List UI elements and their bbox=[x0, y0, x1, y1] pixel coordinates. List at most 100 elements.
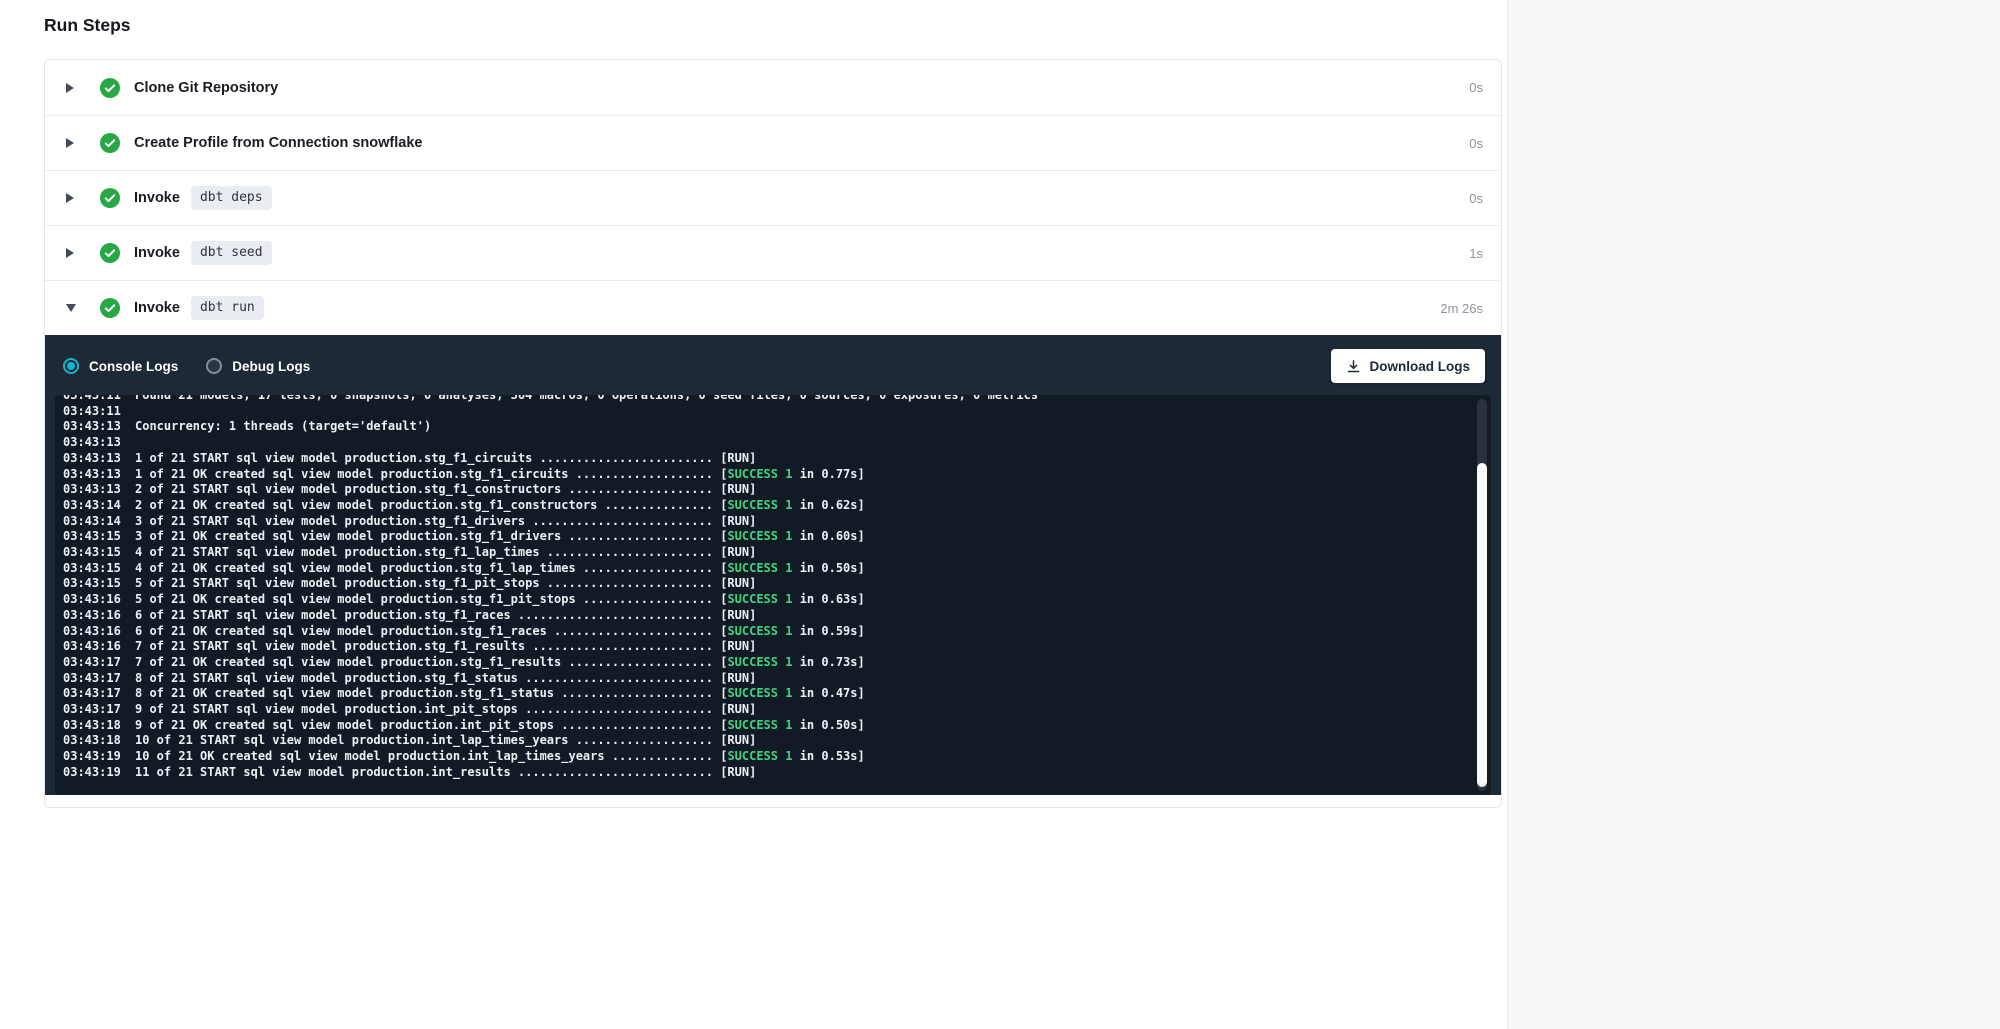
log-bracket: [RUN] bbox=[720, 576, 756, 590]
log-line: 03:43:19 11 of 21 START sql view model p… bbox=[63, 765, 1491, 781]
log-line: 03:43:13 bbox=[63, 435, 1491, 451]
log-line: 03:43:16 7 of 21 START sql view model pr… bbox=[63, 639, 1491, 655]
console-log-output: 03:43:11 Found 21 models, 17 tests, 0 sn… bbox=[63, 395, 1491, 781]
log-timestamp: 03:43:11 bbox=[63, 395, 123, 404]
log-timestamp: 03:43:16 bbox=[63, 639, 123, 655]
step-label: Invoke bbox=[134, 190, 180, 206]
log-timestamp: 03:43:15 bbox=[63, 529, 123, 545]
command-pill: dbt deps bbox=[191, 186, 272, 210]
log-bracket-end: in 0.59s] bbox=[792, 624, 864, 638]
log-text: 8 of 21 START sql view model production.… bbox=[135, 671, 720, 685]
log-timestamp: 03:43:18 bbox=[63, 718, 123, 734]
log-line: 03:43:14 2 of 21 OK created sql view mod… bbox=[63, 498, 1491, 514]
console-logs-radio[interactable]: Console Logs bbox=[63, 358, 178, 374]
radio-selected-icon[interactable] bbox=[63, 358, 79, 374]
download-icon bbox=[1346, 359, 1361, 374]
step-row-create-profile[interactable]: Create Profile from Connection snowflake… bbox=[45, 115, 1501, 170]
log-bracket: [RUN] bbox=[720, 733, 756, 747]
step-row-invoke-dbt-seed[interactable]: Invoke dbt seed 1s bbox=[45, 225, 1501, 280]
radio-unselected-icon[interactable] bbox=[206, 358, 222, 374]
chevron-right-icon[interactable] bbox=[65, 192, 87, 204]
success-check-icon bbox=[100, 298, 120, 318]
log-message: 9 of 21 START sql view model production.… bbox=[135, 702, 756, 718]
log-message: 3 of 21 START sql view model production.… bbox=[135, 514, 756, 530]
log-text: 10 of 21 START sql view model production… bbox=[135, 733, 720, 747]
log-message: Found 21 models, 17 tests, 0 snapshots, … bbox=[135, 395, 1038, 404]
log-bracket-end: in 0.77s] bbox=[792, 467, 864, 481]
chevron-down-icon[interactable] bbox=[65, 303, 87, 313]
step-row-invoke-dbt-deps[interactable]: Invoke dbt deps 0s bbox=[45, 170, 1501, 225]
log-line: 03:43:11 Found 21 models, 17 tests, 0 sn… bbox=[63, 395, 1491, 404]
log-line: 03:43:13 1 of 21 OK created sql view mod… bbox=[63, 467, 1491, 483]
step-duration: 0s bbox=[1469, 136, 1483, 151]
log-timestamp: 03:43:13 bbox=[63, 482, 123, 498]
log-text: Concurrency: 1 threads (target='default'… bbox=[135, 419, 431, 433]
log-success-text: SUCCESS 1 bbox=[727, 749, 792, 763]
console-header: Console Logs Debug Logs Download Logs bbox=[45, 335, 1501, 393]
log-line: 03:43:15 5 of 21 START sql view model pr… bbox=[63, 576, 1491, 592]
log-bracket: [RUN] bbox=[720, 639, 756, 653]
log-text: 4 of 21 START sql view model production.… bbox=[135, 545, 720, 559]
step-label: Invoke bbox=[134, 245, 180, 261]
console-scrollbar-thumb[interactable] bbox=[1477, 463, 1487, 787]
log-text: 7 of 21 START sql view model production.… bbox=[135, 639, 720, 653]
log-timestamp: 03:43:19 bbox=[63, 765, 123, 781]
download-logs-button[interactable]: Download Logs bbox=[1331, 349, 1486, 383]
log-timestamp: 03:43:14 bbox=[63, 498, 123, 514]
log-timestamp: 03:43:16 bbox=[63, 624, 123, 640]
log-message: 8 of 21 OK created sql view model produc… bbox=[135, 686, 865, 702]
log-message: 5 of 21 START sql view model production.… bbox=[135, 576, 756, 592]
step-row-clone-git-repository[interactable]: Clone Git Repository 0s bbox=[45, 60, 1501, 115]
chevron-right-icon[interactable] bbox=[65, 247, 87, 259]
log-text: 10 of 21 OK created sql view model produ… bbox=[135, 749, 720, 763]
console-panel: Console Logs Debug Logs Download Logs bbox=[45, 335, 1501, 795]
log-timestamp: 03:43:13 bbox=[63, 467, 123, 483]
log-line: 03:43:16 6 of 21 OK created sql view mod… bbox=[63, 624, 1491, 640]
log-text: 1 of 21 START sql view model production.… bbox=[135, 451, 720, 465]
log-message: 3 of 21 OK created sql view model produc… bbox=[135, 529, 865, 545]
log-message: 1 of 21 START sql view model production.… bbox=[135, 451, 756, 467]
step-duration: 0s bbox=[1469, 80, 1483, 95]
log-text: 8 of 21 OK created sql view model produc… bbox=[135, 686, 720, 700]
download-logs-label: Download Logs bbox=[1370, 359, 1471, 374]
log-line: 03:43:13 2 of 21 START sql view model pr… bbox=[63, 482, 1491, 498]
log-timestamp: 03:43:13 bbox=[63, 451, 123, 467]
log-line: 03:43:17 8 of 21 START sql view model pr… bbox=[63, 671, 1491, 687]
log-text: 6 of 21 START sql view model production.… bbox=[135, 608, 720, 622]
log-success-text: SUCCESS 1 bbox=[727, 561, 792, 575]
log-bracket: [RUN] bbox=[720, 608, 756, 622]
log-success-text: SUCCESS 1 bbox=[727, 529, 792, 543]
log-timestamp: 03:43:16 bbox=[63, 608, 123, 624]
log-message: 2 of 21 OK created sql view model produc… bbox=[135, 498, 865, 514]
log-bracket-end: in 0.62s] bbox=[792, 498, 864, 512]
log-message: 9 of 21 OK created sql view model produc… bbox=[135, 718, 865, 734]
log-timestamp: 03:43:17 bbox=[63, 686, 123, 702]
log-bracket-end: in 0.63s] bbox=[792, 592, 864, 606]
log-line: 03:43:17 8 of 21 OK created sql view mod… bbox=[63, 686, 1491, 702]
success-check-icon bbox=[100, 78, 120, 98]
log-line: 03:43:16 6 of 21 START sql view model pr… bbox=[63, 608, 1491, 624]
log-line: 03:43:18 9 of 21 OK created sql view mod… bbox=[63, 718, 1491, 734]
log-message: 7 of 21 OK created sql view model produc… bbox=[135, 655, 865, 671]
step-row-invoke-dbt-run[interactable]: Invoke dbt run 2m 26s bbox=[45, 280, 1501, 335]
log-success-text: SUCCESS 1 bbox=[727, 655, 792, 669]
step-duration: 2m 26s bbox=[1440, 301, 1483, 316]
log-message: 8 of 21 START sql view model production.… bbox=[135, 671, 756, 687]
log-line: 03:43:13 1 of 21 START sql view model pr… bbox=[63, 451, 1491, 467]
log-timestamp: 03:43:15 bbox=[63, 561, 123, 577]
log-message: 11 of 21 START sql view model production… bbox=[135, 765, 756, 781]
console-log-viewport[interactable]: 03:43:11 Found 21 models, 17 tests, 0 sn… bbox=[55, 395, 1491, 795]
log-line: 03:43:17 7 of 21 OK created sql view mod… bbox=[63, 655, 1491, 671]
success-check-icon bbox=[100, 188, 120, 208]
log-text: 6 of 21 OK created sql view model produc… bbox=[135, 624, 720, 638]
chevron-right-icon[interactable] bbox=[65, 82, 87, 94]
log-timestamp: 03:43:14 bbox=[63, 514, 123, 530]
log-line: 03:43:13 Concurrency: 1 threads (target=… bbox=[63, 419, 1491, 435]
log-message: 6 of 21 OK created sql view model produc… bbox=[135, 624, 865, 640]
chevron-right-icon[interactable] bbox=[65, 137, 87, 149]
log-text: 7 of 21 OK created sql view model produc… bbox=[135, 655, 720, 669]
log-text: 2 of 21 START sql view model production.… bbox=[135, 482, 720, 496]
debug-logs-radio[interactable]: Debug Logs bbox=[206, 358, 310, 374]
log-message: 1 of 21 OK created sql view model produc… bbox=[135, 467, 865, 483]
success-check-icon bbox=[100, 133, 120, 153]
